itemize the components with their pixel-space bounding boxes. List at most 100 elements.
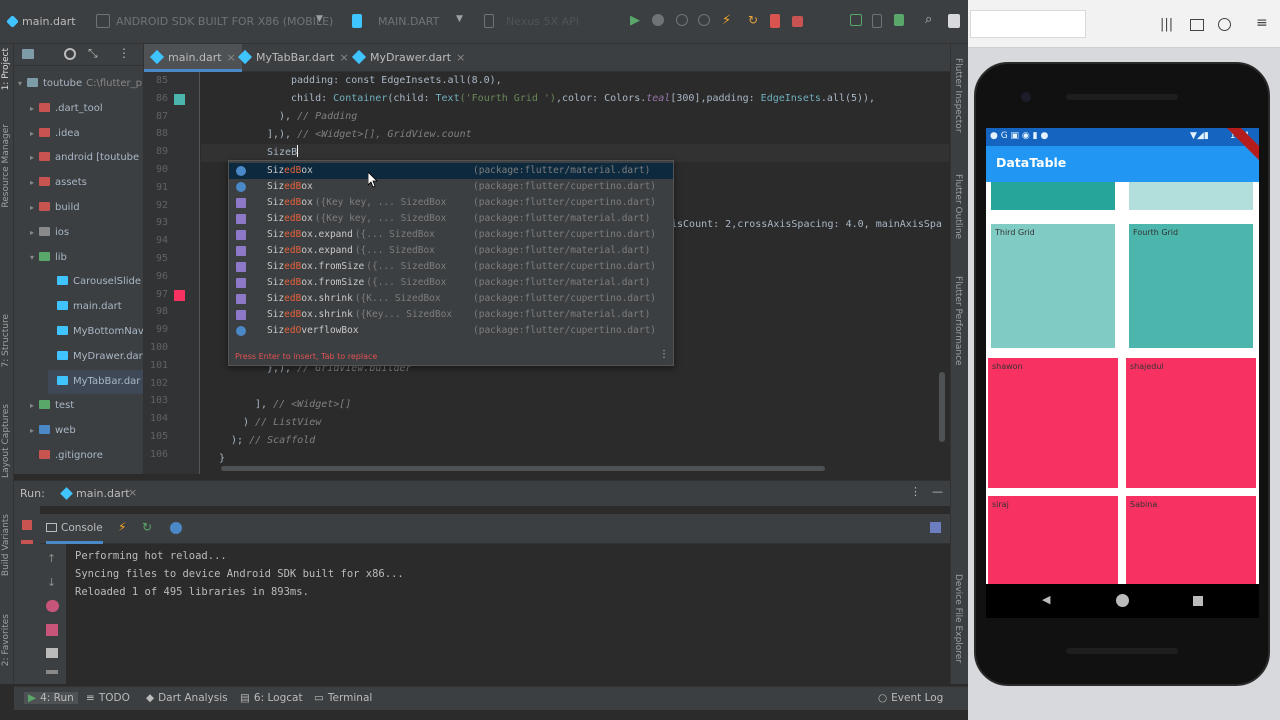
tree-item-test[interactable]: ▸ test: [30, 394, 143, 418]
grid-cell-teal-light[interactable]: [1129, 182, 1253, 210]
structure-tool-tab[interactable]: 7: Structure: [1, 314, 11, 368]
chevron-icon[interactable]: ▸: [30, 419, 39, 443]
flutter-devtools-icon[interactable]: [770, 14, 780, 28]
layout-captures-tool-tab[interactable]: Layout Captures: [1, 404, 11, 478]
resource-manager-tool-tab[interactable]: Resource Manager: [1, 124, 11, 208]
tree-item-main-dart[interactable]: main.dart: [48, 295, 143, 319]
chevron-icon[interactable]: ▸: [30, 221, 39, 245]
hot-reload-icon[interactable]: ⚡: [118, 520, 126, 534]
target-icon[interactable]: [64, 48, 76, 60]
autocomplete-item[interactable]: SizedBox.fromSize ({... SizedBox (package:…: [229, 259, 673, 275]
profile-icon[interactable]: [676, 14, 688, 26]
project-tool-tab[interactable]: 1: Project: [1, 48, 11, 90]
run-tab-main-dart[interactable]: main.dart: [76, 487, 130, 500]
more-icon[interactable]: ⋮: [118, 46, 130, 60]
grid-cell-teal[interactable]: [991, 182, 1115, 210]
flutter-performance-tool-tab[interactable]: Flutter Performance: [953, 276, 963, 366]
scroll-to-end-icon[interactable]: [46, 624, 58, 636]
settings-icon[interactable]: [930, 522, 941, 533]
autocomplete-item[interactable]: SizedBox.expand ({... SizedBox (package:fl…: [229, 227, 673, 243]
tree-item-android-toutube[interactable]: ▸ android [toutube: [30, 146, 143, 170]
run-config-selector[interactable]: MAIN.DART: [372, 12, 445, 32]
autocomplete-item[interactable]: SizedBox.expand ({... SizedBox (package:fl…: [229, 243, 673, 259]
flutter-outline-tool-tab[interactable]: Flutter Outline: [953, 174, 963, 239]
stop-icon[interactable]: [22, 520, 32, 530]
device-screen[interactable]: ● G ▣ ◉ ▮ ● ▼◢▮ 1:44 DataTable Third Gri…: [986, 128, 1259, 584]
horizontal-scrollbar[interactable]: [221, 466, 825, 471]
home-icon[interactable]: [1116, 594, 1129, 607]
chevron-down-icon[interactable]: ▼: [316, 14, 323, 24]
autocomplete-item[interactable]: SizedBox.fromSize ({... SizedBox (package:…: [229, 275, 673, 291]
tree-item-assets[interactable]: ▸ assets: [30, 171, 143, 195]
flutter-inspector-tool-tab[interactable]: Flutter Inspector: [953, 58, 963, 133]
tree-item-ios[interactable]: ▸ ios: [30, 221, 143, 245]
more-icon[interactable]: ⋮: [910, 485, 921, 498]
sidebar-toggle-icon[interactable]: [948, 14, 960, 28]
restart-icon[interactable]: [21, 540, 33, 544]
grid-cell-shawon[interactable]: shawon: [988, 358, 1118, 488]
emulator-selector[interactable]: Nexus 5X API: [500, 12, 585, 32]
grid-cell-shajedul[interactable]: shajedul: [1126, 358, 1256, 488]
device-selector[interactable]: ANDROID SDK BUILT FOR X86 (MOBILE): [110, 12, 339, 32]
address-field[interactable]: [970, 10, 1086, 38]
tree-item-build[interactable]: ▸ build: [30, 196, 143, 220]
stop-icon[interactable]: [792, 16, 803, 27]
run-tool-button[interactable]: ▶ 4: Run: [24, 692, 78, 704]
grid-cell-siraj[interactable]: siraj: [988, 496, 1118, 584]
tree-item-mybottomnav[interactable]: MyBottomNav: [48, 320, 143, 344]
debug-icon[interactable]: [652, 14, 664, 26]
search-icon[interactable]: ⌕: [925, 12, 932, 27]
terminal-tool-button[interactable]: ▭ Terminal: [314, 692, 372, 704]
file-breadcrumb[interactable]: main.dart: [16, 12, 82, 32]
tree-item-mydrawer-dart[interactable]: MyDrawer.dart: [48, 345, 143, 369]
minimize-icon[interactable]: —: [932, 485, 943, 498]
autocomplete-item[interactable]: SizedBox ({Key key, ... SizedBox (package:…: [229, 195, 673, 211]
chevron-icon[interactable]: ▸: [30, 394, 39, 418]
hot-reload-icon[interactable]: ⚡: [722, 13, 731, 28]
clear-icon[interactable]: [46, 670, 58, 674]
autocomplete-item[interactable]: SizedBox ({Key key, ... SizedBox (package:…: [229, 211, 673, 227]
tree-item-mytabbar-dar[interactable]: MyTabBar.dar: [48, 369, 143, 394]
chevron-icon[interactable]: ▸: [30, 97, 39, 121]
coverage-icon[interactable]: [850, 14, 862, 26]
more-icon[interactable]: ⋮: [659, 349, 669, 360]
collapse-icon[interactable]: ⤡: [88, 46, 98, 61]
autocomplete-item[interactable]: SizedBox.shrink ({Key... SizedBox (package…: [229, 307, 673, 323]
autocomplete-item[interactable]: SizedBox (package:flutter/cupertino.dart): [229, 179, 673, 195]
tree-item-lib[interactable]: ▾ lib: [30, 246, 143, 270]
device-manager-icon[interactable]: [872, 14, 882, 28]
tab-mytabbar-dart[interactable]: MyTabBar.dart ×: [232, 44, 355, 72]
arrow-up-icon[interactable]: ↑: [47, 552, 56, 565]
tree-item-idea[interactable]: ▸ .idea: [30, 122, 143, 146]
folder-icon[interactable]: [22, 49, 34, 59]
chevron-icon[interactable]: ▸: [30, 196, 39, 220]
console-output[interactable]: Performing hot reload... Syncing files t…: [66, 545, 948, 685]
dart-analysis-tool-button[interactable]: ◆ Dart Analysis: [146, 692, 228, 704]
tree-item-dart-tool[interactable]: ▸ .dart_tool: [30, 97, 143, 121]
build-variants-tool-tab[interactable]: Build Variants: [1, 514, 11, 576]
print-icon[interactable]: [46, 648, 58, 658]
menu-icon[interactable]: ≡: [1256, 15, 1268, 31]
sidebar-icon[interactable]: [1190, 19, 1204, 31]
device-file-explorer-tool-tab[interactable]: Device File Explorer: [953, 574, 963, 663]
tree-item-web[interactable]: ▸ web: [30, 419, 143, 443]
tree-item-carouselslide[interactable]: CarouselSlide: [48, 270, 143, 294]
event-log-tool-button[interactable]: ○ Event Log: [878, 692, 943, 704]
chevron-icon[interactable]: ▸: [30, 146, 39, 170]
account-icon[interactable]: [1218, 18, 1231, 31]
tree-item-gitignore[interactable]: .gitignore: [30, 444, 143, 468]
autocomplete-item[interactable]: SizedBox.shrink ({K... SizedBox (package:f…: [229, 291, 673, 307]
autocomplete-item[interactable]: SizedBox (package:flutter/material.dart): [229, 163, 673, 179]
hot-restart-icon[interactable]: ↻: [142, 520, 152, 534]
grid-cell-fourth[interactable]: Fourth Grid: [1129, 224, 1253, 348]
soft-wrap-icon[interactable]: [46, 600, 59, 612]
favorites-tool-tab[interactable]: 2: Favorites: [1, 614, 11, 666]
recents-icon[interactable]: [1193, 596, 1203, 606]
logcat-tool-button[interactable]: ▤ 6: Logcat: [240, 692, 303, 704]
tab-console[interactable]: Console: [46, 514, 103, 544]
tree-item-toutube[interactable]: ▾ toutube C:\flutter_p: [18, 72, 143, 96]
chevron-icon[interactable]: ▾: [30, 246, 39, 270]
performance-icon[interactable]: [698, 14, 710, 26]
autocomplete-item[interactable]: SizedOverflowBox (package:flutter/cuperti…: [229, 323, 673, 339]
sdk-manager-icon[interactable]: [894, 14, 904, 26]
